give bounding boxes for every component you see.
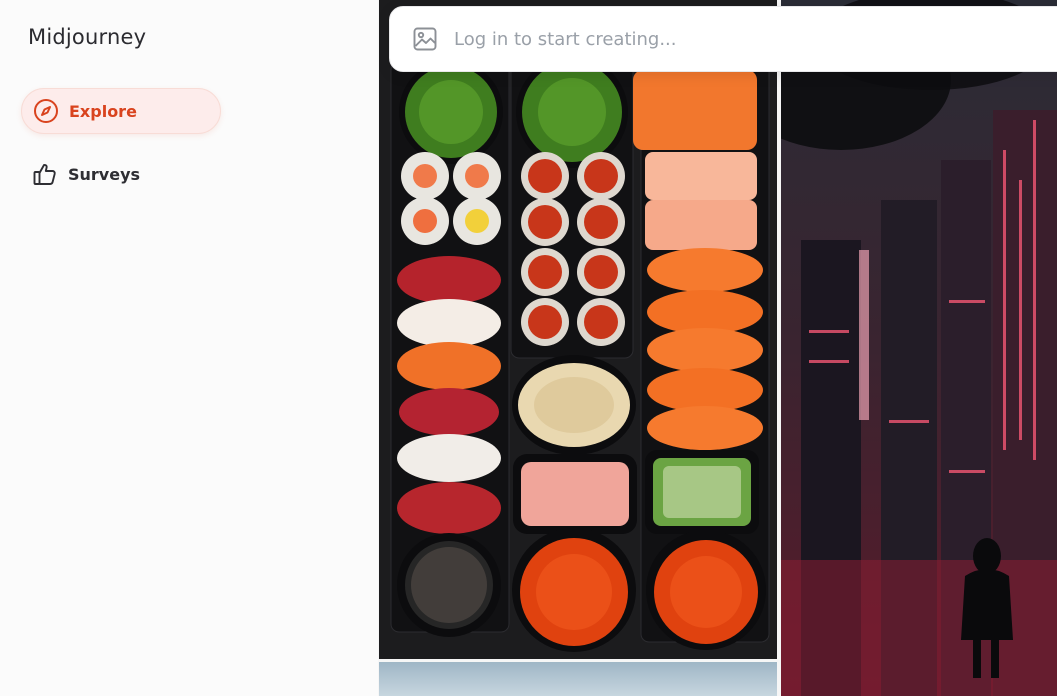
sidebar: Midjourney Explore Surveys xyxy=(0,0,378,696)
prompt-input[interactable] xyxy=(454,28,1014,50)
compass-icon xyxy=(33,98,59,124)
image-icon[interactable] xyxy=(412,26,438,52)
brand-title[interactable]: Midjourney xyxy=(28,25,146,49)
gallery-image-sky[interactable] xyxy=(379,662,777,696)
sidebar-item-label: Surveys xyxy=(68,164,141,184)
sidebar-item-explore[interactable]: Explore xyxy=(21,88,221,134)
gallery-image-city[interactable] xyxy=(781,0,1057,696)
explore-gallery xyxy=(378,0,1057,696)
gallery-image-sushi[interactable] xyxy=(379,0,777,659)
sidebar-item-label: Explore xyxy=(69,101,137,121)
prompt-bar[interactable] xyxy=(389,6,1057,72)
sidebar-item-surveys[interactable]: Surveys xyxy=(21,151,221,197)
thumbs-up-icon xyxy=(32,161,58,187)
